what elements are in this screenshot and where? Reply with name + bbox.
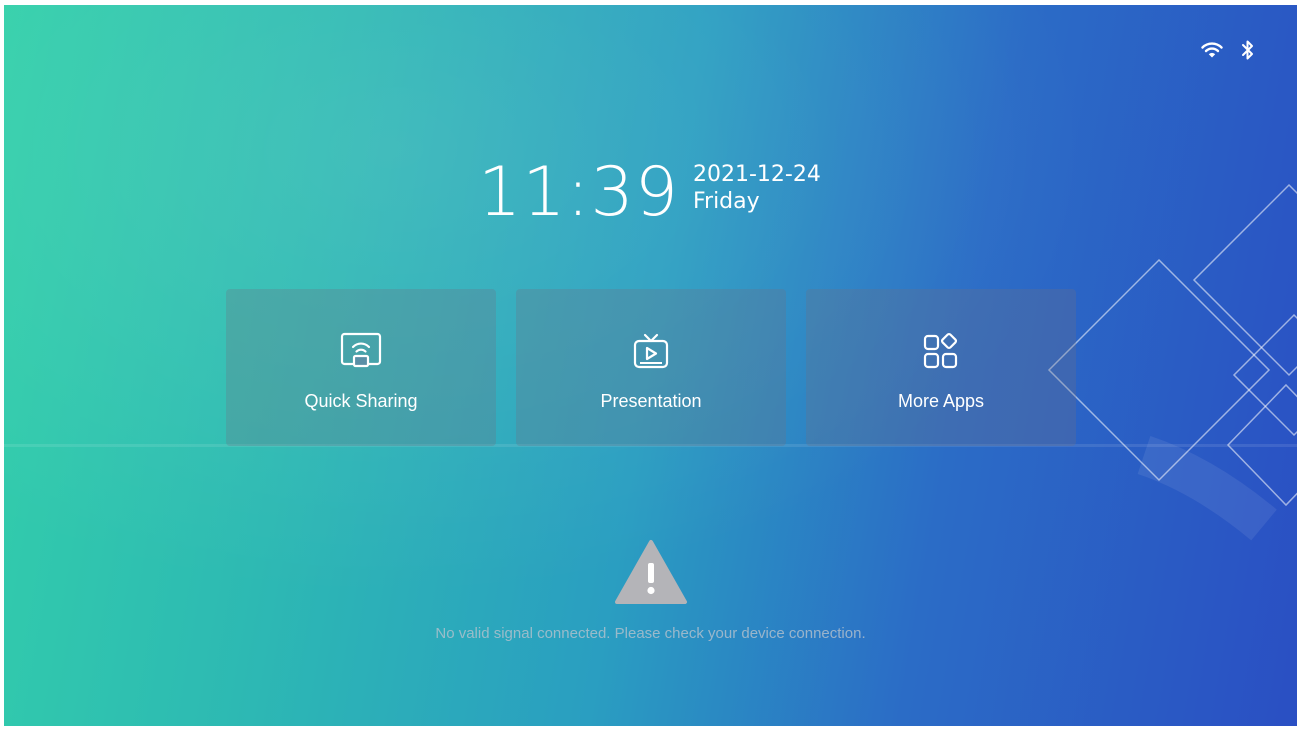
no-signal-message: No valid signal connected. Please check … xyxy=(435,625,866,642)
clock-date: 2021-12-24 xyxy=(692,162,821,187)
status-bar xyxy=(1201,39,1255,61)
clock-date-block: 2021-12-24 Friday xyxy=(693,161,821,215)
wifi-icon[interactable] xyxy=(1201,41,1223,59)
presentation-tile[interactable]: Presentation xyxy=(516,289,786,446)
clock-time: 11:39 xyxy=(478,153,679,232)
apps-grid-icon xyxy=(923,332,958,369)
more-apps-label: More Apps xyxy=(897,391,985,411)
warning-triangle-icon xyxy=(614,540,687,604)
presentation-label: Presentation xyxy=(600,391,702,411)
screen-cast-icon xyxy=(340,332,382,368)
app-tiles: Quick Sharing Presentation More Apps xyxy=(226,289,1076,446)
tv-play-icon xyxy=(633,333,669,369)
quick-sharing-label: Quick Sharing xyxy=(304,391,418,411)
no-signal-alert: No valid signal connected. Please check … xyxy=(4,539,1297,642)
home-screen: 11:39 2021-12-24 Friday Quick Sharing Pr… xyxy=(4,5,1297,726)
more-apps-tile[interactable]: More Apps xyxy=(806,289,1076,446)
quick-sharing-tile[interactable]: Quick Sharing xyxy=(226,289,496,446)
clock-widget: 11:39 2021-12-24 Friday xyxy=(478,153,821,233)
clock-weekday: Friday xyxy=(692,189,760,214)
bluetooth-icon[interactable] xyxy=(1241,39,1255,61)
